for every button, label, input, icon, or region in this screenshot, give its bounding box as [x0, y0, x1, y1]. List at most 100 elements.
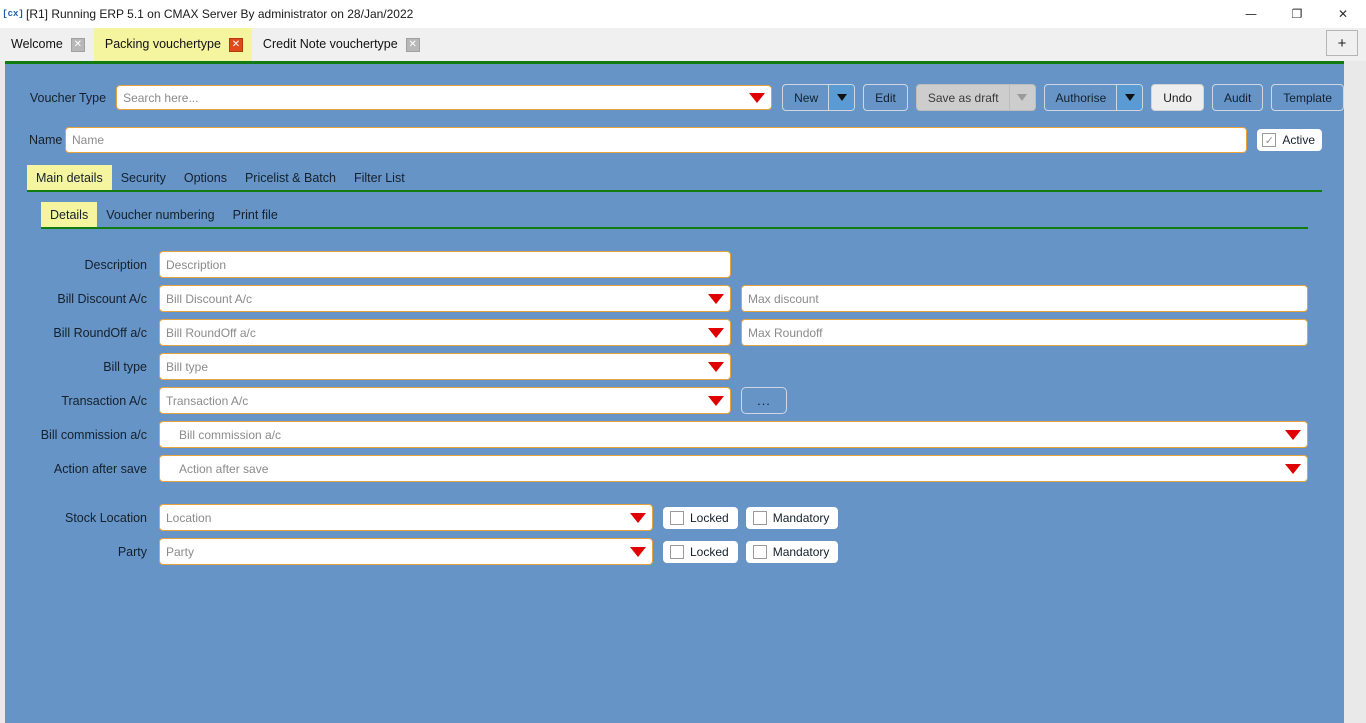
voucher-type-placeholder: Search here... — [123, 90, 199, 105]
sub-tab-row: Details Voucher numbering Print file — [41, 202, 1308, 229]
checkbox-icon — [670, 510, 684, 525]
details-form: Description Description Bill Discount A/… — [5, 251, 1344, 565]
chevron-down-icon[interactable] — [749, 92, 766, 103]
bill-discount-placeholder: Bill Discount A/c — [166, 291, 253, 306]
tab-credit-note-vouchertype[interactable]: Credit Note vouchertype ✕ — [251, 28, 429, 61]
tab-welcome[interactable]: Welcome ✕ — [0, 28, 94, 61]
tab-pricelist-and-batch[interactable]: Pricelist & Batch — [236, 165, 345, 190]
max-roundoff-placeholder: Max Roundoff — [748, 325, 823, 340]
undo-button[interactable]: Undo — [1151, 84, 1204, 111]
action-after-save-placeholder: Action after save — [179, 461, 269, 476]
party-placeholder: Party — [166, 544, 195, 559]
authorise-button[interactable]: Authorise — [1043, 84, 1144, 111]
edit-button-label: Edit — [875, 90, 896, 105]
action-after-save-select[interactable]: Action after save — [159, 455, 1308, 482]
stock-location-row: Stock Location Location Locked Mandatory — [29, 504, 1344, 531]
description-row: Description Description — [29, 251, 1344, 278]
party-label: Party — [117, 544, 147, 559]
tab-security[interactable]: Security — [112, 165, 175, 190]
description-input[interactable]: Description — [159, 251, 731, 278]
tab-details[interactable]: Details — [41, 202, 98, 227]
locked-label: Locked — [690, 544, 729, 559]
max-discount-input[interactable]: Max discount — [741, 285, 1308, 312]
form-spacer — [29, 489, 1344, 504]
checkbox-icon: ✓ — [1262, 133, 1277, 147]
form-canvas: Voucher Type Search here... New Edit Sav… — [5, 64, 1344, 723]
close-icon[interactable]: ✕ — [405, 37, 420, 52]
party-select[interactable]: Party — [159, 538, 653, 565]
template-button[interactable]: Template — [1271, 84, 1344, 111]
edit-button[interactable]: Edit — [863, 84, 908, 111]
tab-main-details[interactable]: Main details — [27, 165, 112, 190]
transaction-ac-select[interactable]: Transaction A/c — [159, 387, 731, 414]
bill-discount-label: Bill Discount A/c — [57, 291, 147, 306]
close-icon[interactable]: ✕ — [70, 37, 85, 52]
tab-options[interactable]: Options — [175, 165, 236, 190]
bill-discount-select[interactable]: Bill Discount A/c — [159, 285, 731, 312]
transaction-ac-placeholder: Transaction A/c — [166, 393, 249, 408]
save-as-draft-dropdown-toggle[interactable] — [1008, 85, 1035, 110]
active-checkbox[interactable]: ✓ Active — [1257, 129, 1322, 151]
tab-voucher-numbering[interactable]: Voucher numbering — [97, 202, 223, 227]
chevron-down-icon[interactable] — [708, 361, 724, 372]
stock-location-label: Stock Location — [65, 510, 147, 525]
audit-button[interactable]: Audit — [1211, 84, 1264, 111]
tab-label: Welcome — [11, 37, 63, 52]
voucher-type-search-input[interactable]: Search here... — [116, 85, 773, 110]
chevron-down-icon[interactable] — [630, 512, 646, 523]
chevron-down-icon[interactable] — [708, 395, 724, 406]
tab-filter-list[interactable]: Filter List — [345, 165, 414, 190]
new-tab-button[interactable]: + — [1326, 30, 1358, 56]
party-mandatory-checkbox[interactable]: Mandatory — [745, 540, 839, 563]
checkbox-icon — [752, 544, 767, 559]
undo-button-label: Undo — [1163, 90, 1192, 105]
party-locked-checkbox[interactable]: Locked — [663, 540, 738, 563]
description-label: Description — [84, 257, 147, 272]
action-toolbar: New Edit Save as draft Authorise Undo Au… — [782, 84, 1344, 111]
stock-location-locked-checkbox[interactable]: Locked — [663, 506, 738, 529]
bill-commission-label: Bill commission a/c — [40, 427, 147, 442]
tab-print-file[interactable]: Print file — [224, 202, 287, 227]
minimize-icon[interactable]: — — [1228, 0, 1274, 28]
chevron-down-icon[interactable] — [630, 546, 646, 557]
voucher-type-label: Voucher Type — [29, 90, 107, 105]
close-icon[interactable]: ✕ — [228, 37, 243, 52]
new-dropdown-toggle[interactable] — [828, 85, 855, 110]
chevron-down-icon — [1017, 94, 1028, 101]
new-button-label: New — [794, 90, 819, 105]
chevron-down-icon[interactable] — [1285, 429, 1301, 440]
chevron-down-icon[interactable] — [1285, 463, 1301, 474]
transaction-ac-label: Transaction A/c — [61, 393, 147, 408]
tab-packing-vouchertype[interactable]: Packing vouchertype ✕ — [93, 28, 252, 61]
mandatory-label: Mandatory — [772, 544, 830, 559]
bill-roundoff-placeholder: Bill RoundOff a/c — [166, 325, 256, 340]
bill-type-placeholder: Bill type — [166, 359, 209, 374]
app-icon: [cx] — [2, 9, 24, 19]
close-icon[interactable]: ✕ — [1320, 0, 1366, 28]
maximize-icon[interactable]: ❐ — [1274, 0, 1320, 28]
bill-commission-select[interactable]: Bill commission a/c — [159, 421, 1308, 448]
chevron-down-icon[interactable] — [708, 327, 724, 338]
max-roundoff-input[interactable]: Max Roundoff — [741, 319, 1308, 346]
new-tab-wrapper: + — [1326, 30, 1358, 56]
main-tab-row: Main details Security Options Pricelist … — [27, 165, 1322, 192]
stock-location-placeholder: Location — [166, 510, 212, 525]
save-as-draft-button[interactable]: Save as draft — [915, 84, 1036, 111]
template-button-label: Template — [1283, 90, 1332, 105]
bill-type-select[interactable]: Bill type — [159, 353, 731, 380]
chevron-down-icon — [1124, 94, 1135, 101]
voucher-type-row: Voucher Type Search here... New Edit Sav… — [5, 64, 1344, 111]
locked-label: Locked — [690, 510, 729, 525]
bill-discount-row: Bill Discount A/c Bill Discount A/c Max … — [29, 285, 1344, 312]
bill-roundoff-select[interactable]: Bill RoundOff a/c — [159, 319, 731, 346]
transaction-ac-browse-button[interactable]: ... — [741, 387, 787, 414]
name-input[interactable]: Name — [65, 127, 1248, 153]
stock-location-select[interactable]: Location — [159, 504, 653, 531]
save-as-draft-label: Save as draft — [927, 90, 999, 105]
new-button[interactable]: New — [782, 84, 856, 111]
chevron-down-icon[interactable] — [708, 293, 724, 304]
app-body: Voucher Type Search here... New Edit Sav… — [0, 61, 1366, 723]
stock-location-mandatory-checkbox[interactable]: Mandatory — [745, 506, 839, 529]
name-placeholder: Name — [72, 133, 105, 147]
authorise-dropdown-toggle[interactable] — [1116, 85, 1143, 110]
